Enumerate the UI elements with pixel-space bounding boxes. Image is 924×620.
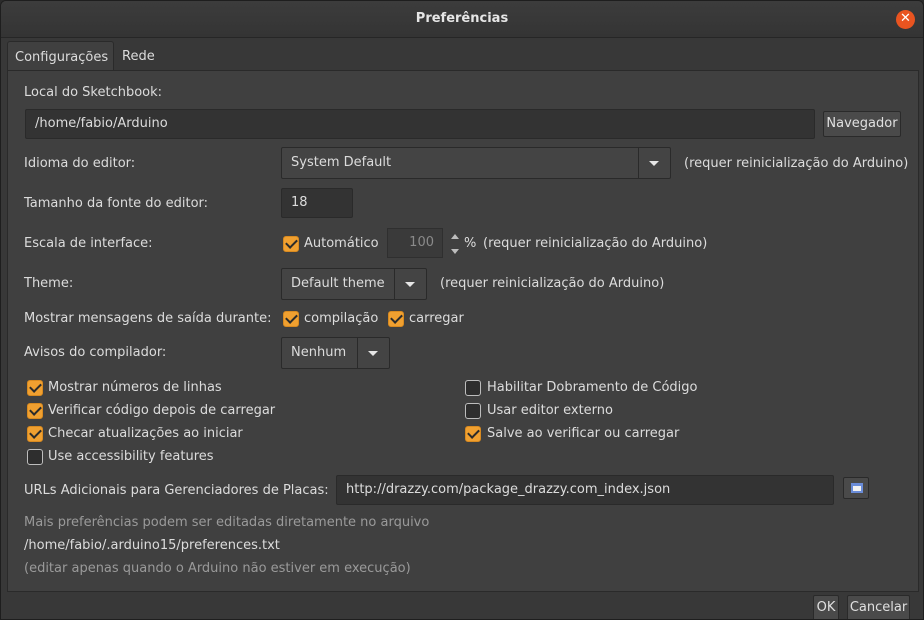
scale-label: Escala de interface: (24, 236, 153, 251)
verbose-upload-checkbox[interactable] (388, 311, 404, 327)
sketchbook-path-input[interactable]: /home/fabio/Arduino (25, 109, 815, 139)
code-folding-label: Habilitar Dobramento de Código (487, 380, 698, 395)
chevron-down-icon (394, 269, 426, 299)
title-bar: Preferências ✕ (1, 1, 923, 38)
check-updates-checkbox[interactable] (27, 426, 43, 442)
warnings-label: Avisos do compilador: (24, 345, 167, 360)
ok-button[interactable]: OK (813, 595, 839, 619)
font-size-label: Tamanho da fonte do editor: (24, 196, 209, 211)
language-value: System Default (291, 155, 392, 170)
verify-after-upload-label: Verificar código depois de carregar (48, 403, 276, 418)
tab-network[interactable]: Rede (115, 41, 162, 71)
theme-label: Theme: (24, 276, 74, 291)
scale-auto-checkbox[interactable] (283, 236, 299, 252)
accessibility-checkbox[interactable] (27, 449, 43, 465)
save-on-verify-label: Salve ao verificar ou carregar (487, 426, 680, 441)
board-urls-label: URLs Adicionais para Gerenciadores de Pl… (24, 483, 329, 498)
theme-restart-note: (requer reinicialização do Arduino) (440, 276, 665, 291)
verbose-label: Mostrar mensagens de saída durante: (24, 311, 272, 326)
warnings-value: Nenhum (291, 345, 347, 360)
accessibility-label: Use accessibility features (48, 449, 214, 464)
preferences-window: Preferências ✕ Configurações Rede Local … (0, 0, 924, 620)
spinner-up-icon[interactable] (451, 234, 459, 239)
verbose-upload-label: carregar (409, 311, 464, 326)
verbose-compile-checkbox[interactable] (283, 311, 299, 327)
close-icon: ✕ (900, 11, 911, 26)
line-numbers-label: Mostrar números de linhas (48, 380, 222, 395)
language-label: Idioma do editor: (24, 156, 136, 171)
window-title: Preferências (415, 11, 509, 26)
external-editor-label: Usar editor externo (487, 403, 613, 418)
scale-auto-label: Automático (304, 236, 379, 251)
cancel-button[interactable]: Cancelar (847, 595, 910, 619)
prefs-info-text: Mais preferências podem ser editadas dir… (24, 515, 430, 530)
sketchbook-label: Local do Sketchbook: (24, 85, 163, 100)
tab-settings[interactable]: Configurações (7, 41, 114, 71)
scale-restart-note: (requer reinicialização do Arduino) (483, 236, 708, 251)
spinner-down-icon[interactable] (451, 249, 459, 254)
theme-select[interactable]: Default theme (281, 268, 427, 300)
verbose-compile-label: compilação (304, 311, 379, 326)
close-button[interactable]: ✕ (896, 10, 915, 29)
verify-after-upload-checkbox[interactable] (27, 403, 43, 419)
prefs-edit-note: (editar apenas quando o Arduino não esti… (24, 561, 411, 576)
font-size-input[interactable]: 18 (281, 188, 353, 218)
percent-sign: % (464, 236, 477, 251)
check-updates-label: Checar atualizações ao iniciar (48, 426, 243, 441)
chevron-down-icon (357, 338, 389, 368)
code-folding-checkbox[interactable] (465, 380, 481, 396)
language-select[interactable]: System Default (281, 147, 671, 179)
window-icon[interactable] (843, 477, 869, 499)
warnings-select[interactable]: Nenhum (281, 337, 390, 369)
chevron-down-icon (638, 148, 670, 178)
board-urls-input[interactable]: http://drazzy.com/package_drazzy.com_ind… (336, 475, 834, 505)
scale-spinner[interactable]: 100 (387, 228, 443, 258)
save-on-verify-checkbox[interactable] (465, 426, 481, 442)
prefs-file-path: /home/fabio/.arduino15/preferences.txt (24, 538, 280, 553)
external-editor-checkbox[interactable] (465, 403, 481, 419)
line-numbers-checkbox[interactable] (27, 380, 43, 396)
browse-button[interactable]: Navegador (823, 111, 901, 137)
theme-value: Default theme (291, 276, 385, 291)
language-restart-note: (requer reinicialização do Arduino) (684, 156, 909, 171)
